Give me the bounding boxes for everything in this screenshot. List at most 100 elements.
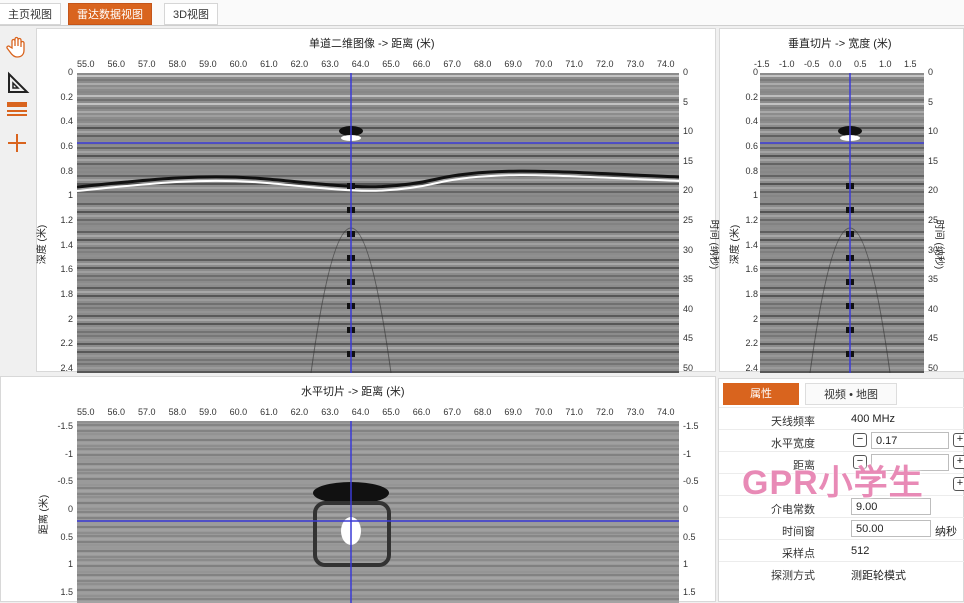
main-y-tick: 0.4 xyxy=(60,116,73,127)
hslice-x-tick: 69.0 xyxy=(504,407,522,417)
tab-3d-view[interactable]: 3D视图 xyxy=(164,3,219,25)
main-bscan-image[interactable] xyxy=(77,73,679,373)
slice-band xyxy=(77,430,679,432)
radargram-band xyxy=(760,87,924,89)
ruler-triangle-icon[interactable] xyxy=(4,70,30,96)
radargram-band xyxy=(77,99,679,101)
vslice-y-tick: 0.8 xyxy=(745,165,758,176)
radargram-band xyxy=(77,155,679,157)
vslice-x-tick: -0.5 xyxy=(804,59,820,69)
radargram-band xyxy=(760,283,924,285)
slice-band xyxy=(77,568,679,570)
tab-video-map[interactable]: 视频 • 地图 xyxy=(805,383,897,405)
vslice-y-tick: 0.2 xyxy=(745,91,758,102)
radargram-band xyxy=(760,175,924,177)
width-input[interactable] xyxy=(871,432,949,449)
main-x-tick: 72.0 xyxy=(595,59,614,69)
mode-value: 测距轮模式 xyxy=(851,570,906,582)
vertical-slice-image[interactable] xyxy=(760,73,924,373)
slice-band xyxy=(77,421,679,423)
crosshair-icon[interactable] xyxy=(4,130,30,156)
main-y2-tick: 40 xyxy=(683,303,694,314)
radargram-band xyxy=(77,83,679,85)
main-y-tick: 2 xyxy=(67,313,73,324)
view-tab-bar: 主页视图 雷达数据视图 3D视图 xyxy=(0,0,964,26)
radargram-band xyxy=(77,95,679,97)
slice-band xyxy=(77,598,679,600)
radargram-band xyxy=(77,235,679,237)
radargram-band xyxy=(760,279,924,281)
radargram-band xyxy=(77,299,679,301)
radargram-band xyxy=(760,299,924,301)
width-decrement-button[interactable]: − xyxy=(853,433,867,447)
extra-increment-button[interactable]: + xyxy=(953,477,964,491)
samples-value: 512 xyxy=(851,545,870,557)
slice-band xyxy=(77,574,679,576)
slice-band xyxy=(77,424,679,426)
radargram-band xyxy=(760,203,924,205)
radargram-band xyxy=(77,231,679,233)
slice-band xyxy=(77,529,679,531)
radargram-band xyxy=(760,167,924,169)
radargram-band xyxy=(77,279,679,281)
property-row-width: 水平宽度 − + xyxy=(719,429,964,451)
hslice-y2-tick: -0.5 xyxy=(683,476,699,487)
width-increment-button[interactable]: + xyxy=(953,433,964,447)
vslice-y2-tick: 0 xyxy=(928,67,934,77)
radargram-band xyxy=(760,239,924,241)
main-y-tick: 1.6 xyxy=(60,264,73,275)
radargram-band xyxy=(760,155,924,157)
radargram-band xyxy=(760,359,924,361)
radargram-band xyxy=(77,207,679,209)
main-y2-tick: 5 xyxy=(683,96,689,107)
hslice-y2-tick: -1 xyxy=(683,448,692,459)
main-y2-tick: 10 xyxy=(683,126,694,137)
hslice-x-tick: 66.0 xyxy=(412,407,431,417)
slice-band xyxy=(77,541,679,543)
tab-radar-data-view[interactable]: 雷达数据视图 xyxy=(68,3,152,25)
main-x-tick: 74.0 xyxy=(657,59,675,69)
radargram-band xyxy=(77,163,679,165)
radargram-band xyxy=(760,347,924,349)
radargram-band xyxy=(760,119,924,121)
slice-band xyxy=(77,514,679,516)
radargram-band xyxy=(77,159,679,161)
vslice-y2-axis-label: 时间 (纳秒) xyxy=(933,219,945,270)
main-x-tick: 70.0 xyxy=(534,59,553,69)
slice-band xyxy=(77,550,679,552)
time-window-input[interactable] xyxy=(851,520,931,537)
radargram-band xyxy=(760,171,924,173)
radargram-band xyxy=(760,151,924,153)
slice-band xyxy=(77,457,679,459)
hslice-x-tick: 55.0 xyxy=(77,407,95,417)
tab-home-view[interactable]: 主页视图 xyxy=(0,3,61,25)
slice-band xyxy=(77,532,679,534)
main-y2-tick: 35 xyxy=(683,274,694,285)
radargram-band xyxy=(760,211,924,213)
radargram-band xyxy=(760,323,924,325)
radargram-band xyxy=(77,251,679,253)
slice-band xyxy=(77,583,679,585)
vslice-y-tick: 0.4 xyxy=(745,116,758,127)
radargram-band xyxy=(760,195,924,197)
tab-properties[interactable]: 属性 xyxy=(723,383,799,405)
hslice-x-tick: 68.0 xyxy=(473,407,492,417)
radargram-band xyxy=(77,355,679,357)
radargram-band xyxy=(77,303,679,305)
radargram-band xyxy=(77,259,679,261)
radargram-band xyxy=(77,219,679,221)
slice-band xyxy=(77,475,679,477)
radargram-band xyxy=(760,259,924,261)
hslice-x-tick: 56.0 xyxy=(107,407,126,417)
radargram-band xyxy=(760,215,924,217)
distance-increment-button[interactable]: + xyxy=(953,455,964,469)
main-y-tick: 0.8 xyxy=(60,165,73,176)
horizontal-slice-image[interactable] xyxy=(77,421,679,603)
frequency-value: 400 MHz xyxy=(851,413,896,425)
layers-icon[interactable] xyxy=(4,98,30,124)
radargram-band xyxy=(760,231,924,233)
slice-band xyxy=(77,544,679,546)
hand-icon[interactable] xyxy=(4,34,30,60)
radargram-band xyxy=(77,307,679,309)
frequency-label: 天线频率 xyxy=(771,416,815,428)
